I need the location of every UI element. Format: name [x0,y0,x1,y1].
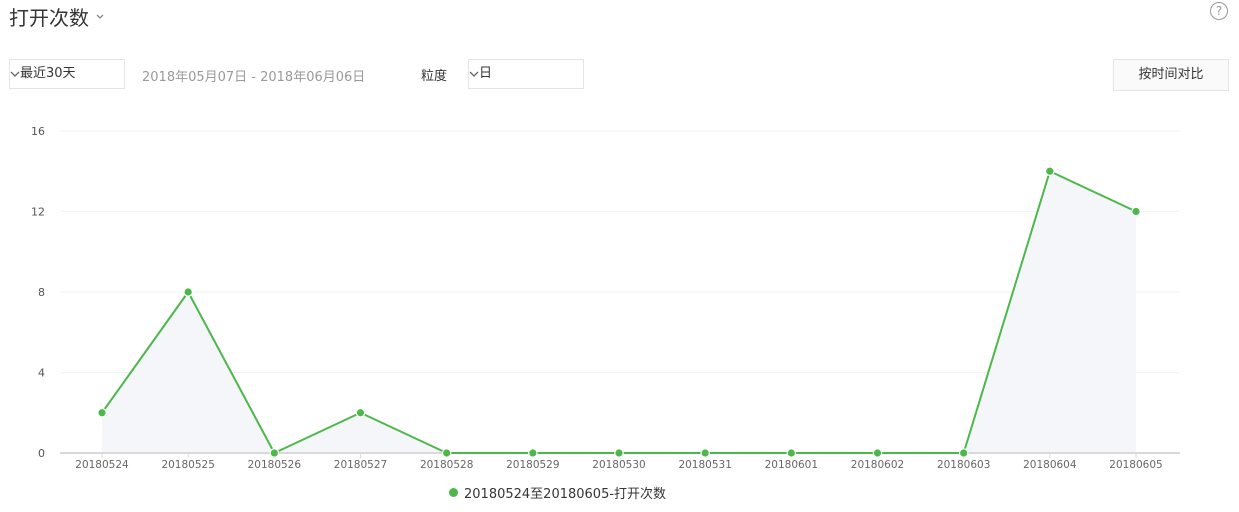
y-tick-label: 0 [38,447,45,460]
x-tick-label: 20180603 [937,459,990,471]
data-point [872,448,883,458]
data-point [786,448,797,458]
legend-label: 20180524至20180605-打开次数 [464,487,667,502]
data-point [958,448,969,458]
y-tick-label: 12 [31,206,45,219]
data-point [97,407,107,418]
x-tick-label: 20180525 [161,459,214,471]
y-tick-label: 4 [38,367,45,380]
data-point [183,287,193,297]
y-tick-label: 16 [31,125,45,138]
x-tick-label: 20180605 [1109,459,1162,471]
data-point [700,448,710,458]
x-tick-label: 20180602 [851,459,904,471]
data-point [614,448,624,458]
x-tick-label: 20180604 [1023,459,1077,471]
series-area [102,171,1136,453]
x-tick-label: 20180527 [334,459,387,471]
x-tick-label: 20180530 [592,459,645,471]
chart-legend[interactable]: 20180524至20180605-打开次数 [449,483,666,502]
data-point [441,448,452,458]
x-tick-label: 20180601 [765,459,818,471]
x-tick-label: 20180526 [248,459,302,471]
data-point [269,448,280,458]
x-tick-label: 20180529 [506,459,559,471]
data-point [1045,166,1055,177]
data-point [528,448,538,458]
y-tick-label: 8 [38,286,45,299]
legend-marker [449,488,458,497]
line-chart: 0 4 8 12 16 20180524 20180525 20180526 20180527 2… [31,125,1180,471]
data-point [355,407,366,418]
data-point [1131,206,1141,217]
x-tick-label: 20180528 [420,459,473,471]
x-tick-label: 20180531 [678,459,731,471]
x-tick-label: 20180524 [75,459,129,471]
